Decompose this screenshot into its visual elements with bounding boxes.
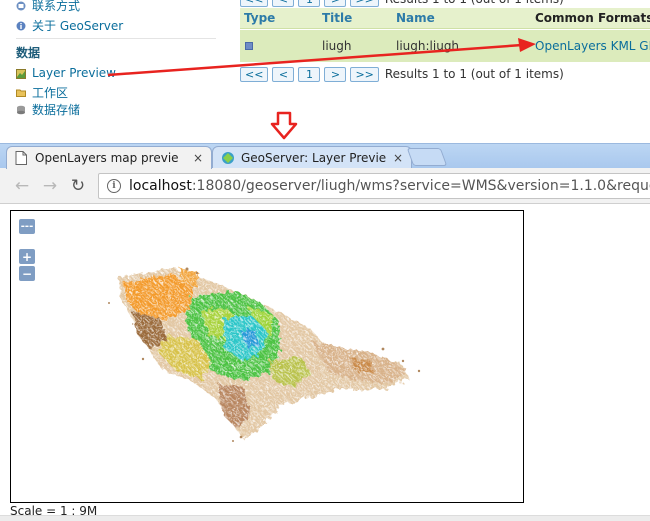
browser-tab-strip: OpenLayers map previe × GeoServer: Layer… <box>0 143 650 169</box>
column-header-type[interactable]: Type <box>244 11 275 25</box>
browser-toolbar: ← → ↻ i localhost:18080/geoserver/liugh/… <box>0 168 650 204</box>
map-viewport[interactable]: --- + − <box>10 210 524 503</box>
pager-top: << < 1 > >> Results 1 to 1 (out of 1 ite… <box>240 0 564 7</box>
database-icon <box>16 104 26 115</box>
page-icon <box>15 151 27 165</box>
back-icon[interactable]: ← <box>12 176 32 196</box>
tab-title: OpenLayers map previe <box>35 151 179 165</box>
table-row: liugh liugh:liugh OpenLayers KML GML <box>240 30 650 62</box>
sidebar-item-layer-preview[interactable]: Layer Preview <box>16 65 116 81</box>
pager-prev-button[interactable]: < <box>272 66 295 82</box>
sidebar-item-stores[interactable]: 数据存储 <box>16 101 80 117</box>
pager-last-button[interactable]: >> <box>350 66 379 82</box>
sidebar-divider <box>16 38 216 39</box>
table-header: Type Title Name Common Formats <box>240 8 650 29</box>
sidebar-item-label: Layer Preview <box>32 66 116 80</box>
pager-first-button[interactable]: << <box>240 66 269 82</box>
contact-icon <box>16 0 26 11</box>
tab-title: GeoServer: Layer Previe <box>241 151 387 165</box>
layer-preview-icon <box>16 68 26 79</box>
cell-title: liugh <box>322 39 352 53</box>
tab-geoserver-layer-preview[interactable]: GeoServer: Layer Previe × <box>212 146 412 169</box>
close-icon[interactable]: × <box>393 151 403 165</box>
sidebar-item-contact[interactable]: 联系方式 <box>16 0 80 13</box>
new-tab-button[interactable] <box>406 148 448 166</box>
pager-page-button[interactable]: 1 <box>298 66 321 82</box>
pager-info: Results 1 to 1 (out of 1 items) <box>384 67 564 81</box>
column-header-name[interactable]: Name <box>396 11 435 25</box>
pager-page-button[interactable]: 1 <box>298 0 321 7</box>
tab-openlayers-preview[interactable]: OpenLayers map previe × <box>6 146 212 169</box>
reload-icon[interactable]: ↻ <box>68 176 88 196</box>
site-info-icon[interactable]: i <box>107 179 121 193</box>
wms-layer-image <box>108 267 421 442</box>
down-arrow-icon <box>270 111 298 140</box>
url-rest: :18080/geoserver/liugh/wms?service=WMS&v… <box>191 178 650 194</box>
cell-name: liugh:liugh <box>396 39 460 53</box>
geoserver-icon <box>221 151 234 165</box>
sidebar-item-label: 关于 GeoServer <box>32 18 124 33</box>
geoserver-sidebar: 联系方式 关于 GeoServer 数据 Layer Preview 工作区 数… <box>0 0 236 122</box>
sidebar-item-label: 联系方式 <box>32 0 81 13</box>
pager-bottom: << < 1 > >> Results 1 to 1 (out of 1 ite… <box>240 66 564 82</box>
pager-prev-button[interactable]: < <box>272 0 295 7</box>
sidebar-section-title: 数据 <box>16 46 41 60</box>
url-text: localhost:18080/geoserver/liugh/wms?serv… <box>129 178 650 194</box>
sidebar-item-workspaces[interactable]: 工作区 <box>16 84 68 100</box>
openlayers-link[interactable]: OpenLayers KML GML <box>535 39 650 53</box>
pager-last-button[interactable]: >> <box>350 0 379 7</box>
pager-next-button[interactable]: > <box>324 0 347 7</box>
polygon-layer-icon <box>245 42 253 50</box>
layer-preview-table: << < 1 > >> Results 1 to 1 (out of 1 ite… <box>240 0 650 86</box>
pager-info: Results 1 to 1 (out of 1 items) <box>385 0 564 6</box>
pager-first-button[interactable]: << <box>240 0 269 7</box>
forward-icon[interactable]: → <box>40 176 60 196</box>
address-bar[interactable]: i localhost:18080/geoserver/liugh/wms?se… <box>98 173 650 199</box>
info-icon <box>16 20 26 31</box>
pager-next-button[interactable]: > <box>324 66 347 82</box>
folder-icon <box>16 87 26 97</box>
url-host: localhost <box>129 178 192 194</box>
column-header-title[interactable]: Title <box>322 11 352 25</box>
close-icon[interactable]: × <box>193 151 203 165</box>
sidebar-item-label: 工作区 <box>32 85 69 100</box>
sidebar-item-label: 数据存储 <box>32 102 81 117</box>
column-header-formats: Common Formats <box>535 11 650 25</box>
horizontal-scrollbar[interactable] <box>0 515 650 521</box>
sidebar-item-about[interactable]: 关于 GeoServer <box>16 17 123 33</box>
